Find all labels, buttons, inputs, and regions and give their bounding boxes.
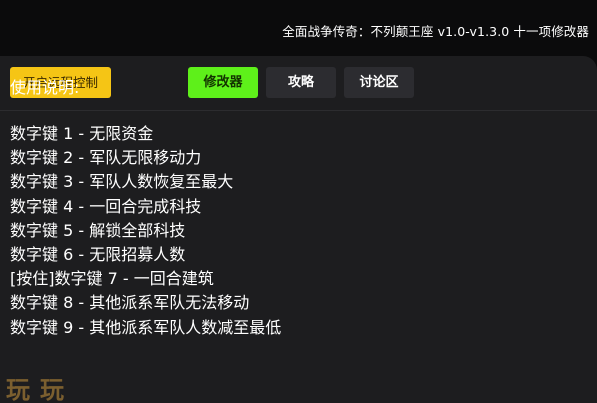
instructions-heading: 使用说明: [10, 78, 80, 97]
title-bar: 全面战争传奇：不列颠王座 v1.0-v1.3.0 十一项修改器 [0, 0, 597, 58]
window-title: 全面战争传奇：不列颠王座 v1.0-v1.3.0 十一项修改器 [282, 24, 589, 39]
hotkey-item: 数字键 9 - 其他派系军队人数减至最低 [10, 317, 282, 337]
hotkey-item: [按住]数字键 7 - 一回合建筑 [10, 269, 214, 289]
hotkey-item: 数字键 3 - 军队人数恢复至最大 [10, 172, 234, 192]
hotkey-item: 数字键 5 - 解锁全部科技 [10, 220, 186, 240]
hotkey-item: 数字键 8 - 其他派系军队无法移动 [10, 293, 250, 313]
hotkey-item: 数字键 6 - 无限招募人数 [10, 244, 186, 264]
app-window: 全面战争传奇：不列颠王座 v1.0-v1.3.0 十一项修改器 开启远程控制 修… [0, 0, 597, 403]
hotkey-item: 数字键 4 - 一回合完成科技 [10, 196, 202, 216]
hotkey-item: 数字键 2 - 军队无限移动力 [10, 148, 202, 168]
instructions-content: 使用说明: 数字键 1 - 无限资金 数字键 2 - 军队无限移动力 数字键 3… [10, 76, 570, 340]
hotkey-item: 数字键 1 - 无限资金 [10, 124, 154, 143]
